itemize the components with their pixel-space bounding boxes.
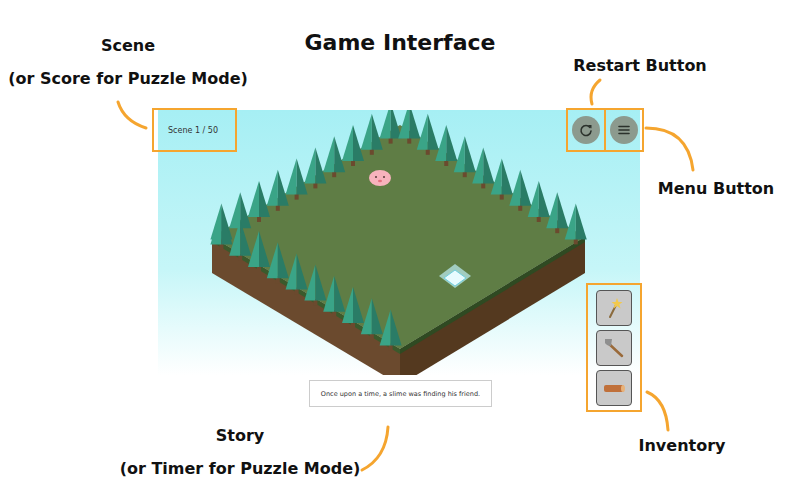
tree	[342, 287, 364, 328]
annotation-line: Menu Button	[658, 179, 774, 198]
annotated-interface: Game Interface Scene (or Score for Puzzle …	[0, 0, 800, 500]
grass-edge	[400, 237, 585, 354]
tree	[380, 309, 402, 350]
tree	[210, 203, 232, 244]
tree	[304, 147, 326, 188]
tree	[417, 114, 439, 155]
tree	[509, 170, 531, 211]
slime	[369, 170, 391, 186]
restart-button[interactable]	[572, 116, 600, 144]
restart-arrow	[591, 80, 600, 104]
tree	[248, 181, 270, 222]
tree	[323, 276, 345, 317]
menu-button[interactable]	[610, 116, 638, 144]
tree	[323, 136, 345, 177]
story-box: Once upon a time, a slime was finding hi…	[309, 380, 492, 407]
tree	[528, 181, 550, 222]
tree	[546, 192, 568, 233]
menu-cell	[604, 110, 642, 150]
annotation-line: Inventory	[639, 436, 726, 455]
annotation-line: Story	[216, 426, 264, 445]
annotation-label: Menu Button	[658, 179, 774, 198]
annotation-label: Restart Button	[573, 56, 707, 75]
portal[interactable]	[439, 264, 471, 288]
annotation-line: (or Score for Puzzle Mode)	[8, 69, 248, 88]
tree	[565, 203, 587, 244]
inventory-slot[interactable]	[596, 330, 632, 366]
hamburger-icon	[617, 123, 631, 137]
annotation-label: Scene (or Score for Puzzle Mode)	[8, 36, 248, 88]
restart-cell	[568, 110, 604, 150]
tree	[398, 110, 420, 144]
tree	[286, 159, 308, 200]
tree	[491, 159, 513, 200]
inventory-slot[interactable]	[596, 370, 632, 406]
tree	[229, 220, 251, 261]
tree	[435, 125, 457, 166]
scene-arrow	[118, 102, 146, 128]
scene-text: Scene 1 / 50	[168, 126, 218, 135]
scene-counter: Scene 1 / 50	[152, 108, 237, 152]
annotation-line: (or Timer for Puzzle Mode)	[120, 459, 361, 478]
tree	[472, 147, 494, 188]
tree	[361, 298, 383, 339]
wand-icon	[601, 295, 627, 321]
annotation-label: Inventory	[639, 436, 726, 455]
tree	[267, 242, 289, 283]
page-title: Game Interface	[305, 30, 496, 55]
annotation-line: Scene	[101, 36, 155, 55]
tree	[361, 114, 383, 155]
menu-arrow	[646, 128, 693, 170]
top-controls	[566, 108, 644, 152]
tree	[267, 170, 289, 211]
tree	[304, 265, 326, 306]
axe-icon	[601, 335, 627, 361]
tree	[210, 209, 232, 250]
tree	[248, 231, 270, 272]
story-text: Once upon a time, a slime was finding hi…	[321, 390, 480, 398]
tree	[342, 125, 364, 166]
story-arrow	[362, 427, 388, 470]
grass-top	[212, 125, 585, 349]
annotation-line: Restart Button	[573, 56, 707, 75]
log-icon	[601, 375, 627, 401]
inventory	[586, 283, 642, 412]
tree	[454, 136, 476, 177]
restart-icon	[579, 123, 593, 137]
annotation-label: Story (or Timer for Puzzle Mode)	[120, 426, 361, 478]
tree	[286, 253, 308, 294]
inventory-slot[interactable]	[596, 290, 632, 326]
inventory-arrow	[647, 392, 668, 430]
